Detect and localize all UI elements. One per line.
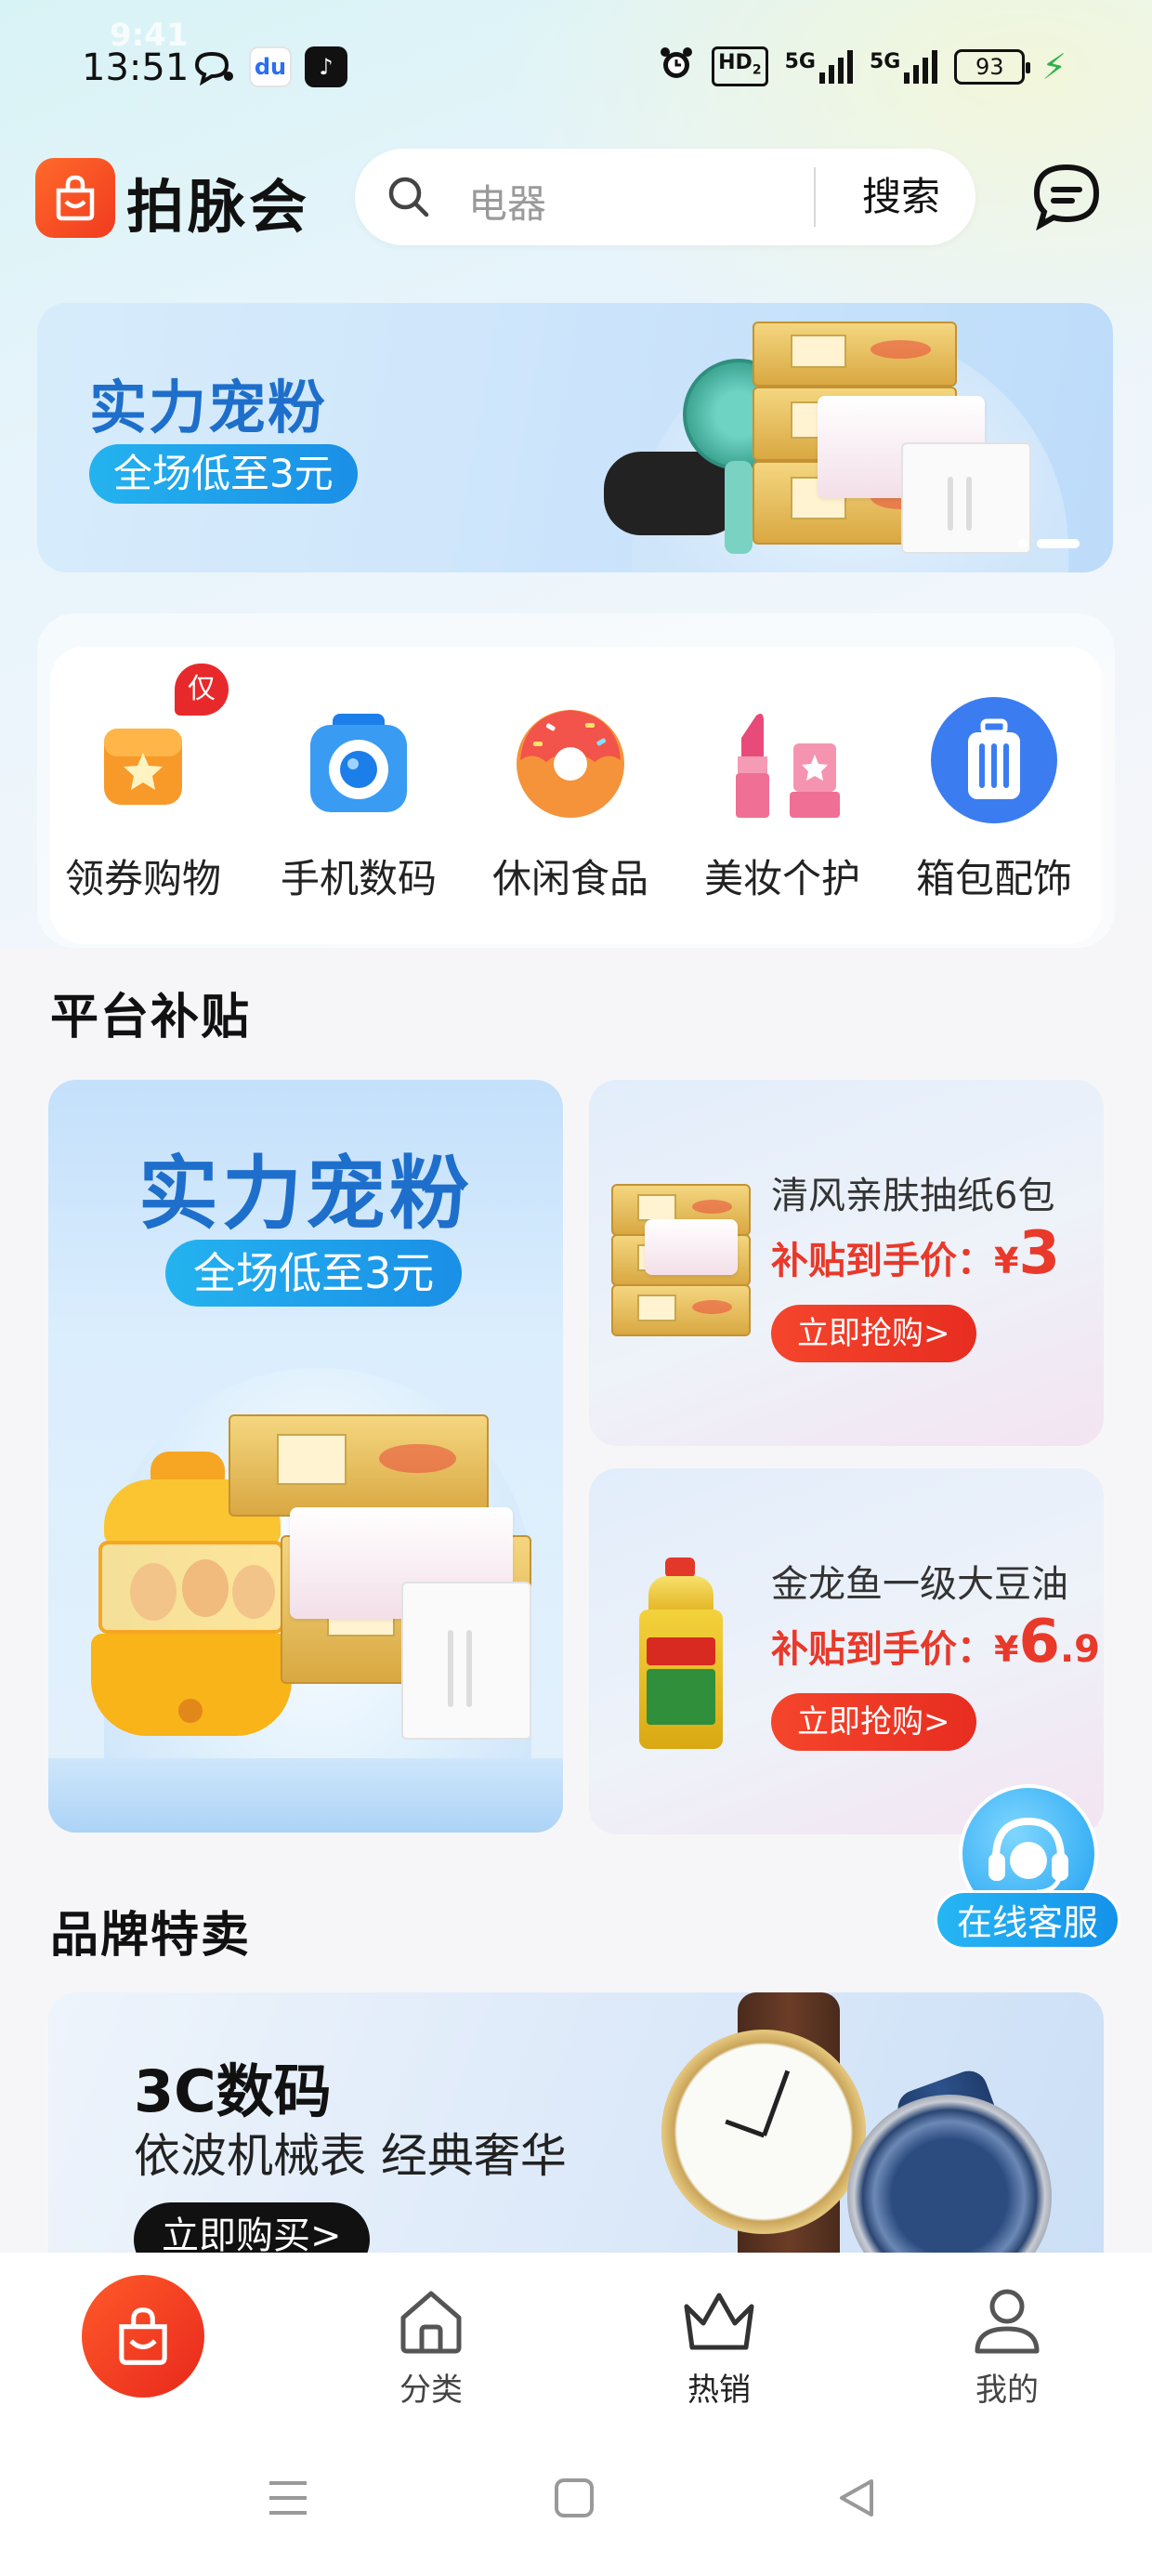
buy-now-button[interactable]: 立即抢购> <box>771 1305 976 1362</box>
search-divider <box>814 167 816 227</box>
promo-banner[interactable]: 实力宠粉 全场低至3元 <box>37 303 1113 572</box>
promo-title: 实力宠粉 <box>138 1148 473 1241</box>
category-item-beauty[interactable]: 美妆个护 <box>689 695 875 904</box>
product-name: 金龙鱼一级大豆油 <box>771 1563 1068 1606</box>
signal-5g-icon-1: 5G <box>785 49 853 84</box>
nav-label: 我的 <box>975 2372 1039 2409</box>
nav-label: 热销 <box>687 2372 751 2409</box>
hd-indicator: HD2 <box>712 46 768 87</box>
product-price: 补贴到手价：¥6.9 <box>771 1608 1101 1676</box>
category-item-snacks[interactable]: 休闲食品 <box>478 695 663 904</box>
online-service-button[interactable]: 在线客服 <box>935 1784 1120 1961</box>
status-bar: 9:41 13:51 du ♪ HD2 5G 5G 93 ⚡ <box>0 0 1152 130</box>
category-label: 领券购物 <box>64 856 221 901</box>
bottom-navigation: 分类 热销 我的 <box>0 2253 1152 2420</box>
section-title-brand-sale: 品牌特卖 <box>50 1908 252 1964</box>
search-input[interactable]: 电器 <box>468 173 546 230</box>
brand-card-subtitle: 依波机械表 经典奢华 <box>134 2129 567 2183</box>
subsidy-promo-card[interactable]: 实力宠粉 全场低至3元 <box>48 1080 563 1833</box>
tissue-box-image <box>753 322 957 387</box>
product-image-tissue <box>611 1284 751 1336</box>
category-grid: 仅3元 领券购物 手机数码 休闲食品 美妆个护 箱包配饰 <box>50 647 1102 944</box>
message-icon[interactable] <box>1029 160 1104 238</box>
online-service-label: 在线客服 <box>935 1890 1120 1950</box>
back-triangle-icon[interactable] <box>834 2476 879 2524</box>
nav-item-hot[interactable]: 热销 <box>645 2286 793 2410</box>
menu-icon[interactable] <box>266 2476 310 2524</box>
search-icon <box>383 171 435 227</box>
nav-item-me[interactable]: 我的 <box>933 2286 1081 2410</box>
nav-home-button[interactable] <box>82 2275 204 2398</box>
baidu-icon: du <box>249 46 292 87</box>
product-price: 补贴到手价：¥3 <box>771 1219 1060 1288</box>
status-right: HD2 5G 5G 93 ⚡ <box>658 45 1067 88</box>
subsidy-product-card[interactable]: 清风亲肤抽纸6包 补贴到手价：¥3 立即抢购> <box>589 1080 1104 1446</box>
banner-title: 实力宠粉 <box>89 374 328 441</box>
category-badge: 仅3元 <box>175 664 229 809</box>
battery-icon: 93 <box>954 48 1031 85</box>
banner-pagination <box>1018 539 1080 548</box>
product-image-oil <box>639 1557 723 1753</box>
product-name: 清风亲肤抽纸6包 <box>771 1175 1055 1217</box>
product-image-sheet <box>645 1219 738 1275</box>
brand-card-title: 3C数码 <box>134 2057 332 2125</box>
charging-icon: ⚡ <box>1041 46 1067 87</box>
home-icon <box>400 2291 462 2354</box>
cable-box-image <box>401 1582 531 1740</box>
promo-subtitle: 全场低至3元 <box>165 1240 463 1307</box>
buy-now-button[interactable]: 立即购买> <box>134 2202 370 2253</box>
crown-icon <box>684 2293 754 2350</box>
brand-sale-card[interactable]: 3C数码 依波机械表 经典奢华 立即购买> <box>48 1992 1104 2253</box>
suitcase-icon <box>929 695 1059 825</box>
coupon-star-icon: 仅3元 <box>78 664 229 825</box>
donut-icon <box>505 695 635 825</box>
nav-label: 分类 <box>399 2372 463 2409</box>
buy-now-button[interactable]: 立即抢购> <box>771 1693 976 1751</box>
shopping-bag-icon <box>119 2307 167 2365</box>
signal-5g-icon-2: 5G <box>870 49 938 84</box>
category-label: 美妆个护 <box>703 856 860 901</box>
shopping-bag-icon <box>56 175 95 221</box>
tissue-box-image <box>229 1414 489 1517</box>
category-item-coupon[interactable]: 仅3元 领券购物 <box>50 664 236 904</box>
section-title-subsidy: 平台补贴 <box>50 990 252 1045</box>
category-item-digital[interactable]: 手机数码 <box>266 695 452 904</box>
cable-box-image <box>901 442 1031 554</box>
category-label: 休闲食品 <box>491 856 648 901</box>
search-button[interactable]: 搜索 <box>827 149 975 245</box>
promo-stage-decoration <box>48 1758 563 1833</box>
user-icon <box>975 2289 1040 2354</box>
subsidy-product-card[interactable]: 金龙鱼一级大豆油 补贴到手价：¥6.9 立即抢购> <box>589 1468 1104 1834</box>
lipstick-icon <box>717 695 847 825</box>
app-logo <box>35 158 115 238</box>
status-time: 13:51 <box>82 46 190 89</box>
category-label: 手机数码 <box>280 856 437 901</box>
camera-icon <box>294 695 424 825</box>
search-bar[interactable]: 电器 搜索 <box>355 149 975 245</box>
app-brand-name: 拍脉会 <box>126 173 311 241</box>
system-navigation-bar <box>0 2420 1152 2576</box>
watch-image <box>847 2095 1052 2253</box>
category-item-bags[interactable]: 箱包配饰 <box>901 695 1087 904</box>
tiktok-icon: ♪ <box>305 46 347 87</box>
watch-image <box>661 2030 866 2234</box>
category-label: 箱包配饰 <box>915 856 1072 901</box>
banner-subtitle: 全场低至3元 <box>89 444 358 504</box>
nav-item-category[interactable]: 分类 <box>357 2286 505 2410</box>
alarm-icon <box>658 45 695 88</box>
message-app-icon <box>191 46 236 87</box>
home-square-icon[interactable] <box>552 2476 596 2524</box>
